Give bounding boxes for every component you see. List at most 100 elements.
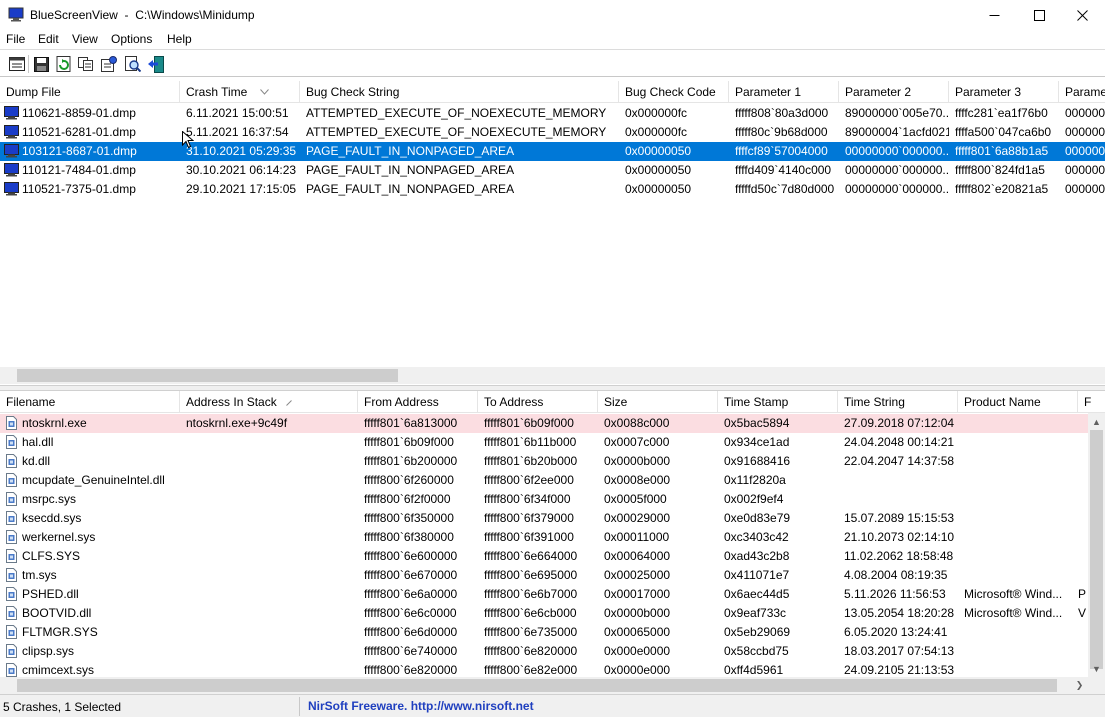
cell-file-description: [1078, 471, 1088, 490]
refresh-button[interactable]: [54, 55, 72, 73]
cell-bug-check-string: PAGE_FAULT_IN_NONPAGED_AREA: [306, 163, 515, 177]
driver-file-icon: [6, 530, 17, 544]
cell-to-address: fffff800`6f391000: [484, 530, 574, 544]
cell-filename: werkernel.sys: [22, 530, 96, 544]
cell-time-stamp: 0x58ccbd75: [724, 644, 789, 658]
crash-row[interactable]: 110621-8859-01.dmp 6.11.2021 15:00:51 ATTE…: [0, 104, 1105, 123]
col-bug-check-code[interactable]: Bug Check Code: [619, 81, 729, 103]
menu-file[interactable]: File: [6, 32, 25, 46]
driver-list-vscrollbar[interactable]: ▲ ▼: [1088, 413, 1105, 677]
col-to-address[interactable]: To Address: [478, 391, 598, 413]
col-from-address[interactable]: From Address: [358, 391, 478, 413]
cell-address-in-stack: [180, 623, 358, 642]
dump-file-icon: [4, 144, 19, 158]
menu-options[interactable]: Options: [111, 32, 152, 46]
copy-button[interactable]: [77, 55, 95, 73]
scroll-down-arrow-icon[interactable]: ▼: [1088, 660, 1105, 677]
driver-list-vscroll-thumb[interactable]: [1090, 430, 1103, 669]
find-icon: [125, 56, 141, 72]
crash-list-hscrollbar[interactable]: [0, 367, 1105, 384]
nirsoft-link[interactable]: NirSoft Freeware. http://www.nirsoft.net: [308, 699, 534, 713]
driver-row[interactable]: PSHED.dll fffff800`6e6a0000 fffff800`6e6b7…: [0, 585, 1088, 604]
close-button[interactable]: [1059, 0, 1105, 30]
driver-list-hscroll-thumb[interactable]: [17, 679, 1057, 692]
cell-product-name: Microsoft® Wind...: [964, 587, 1063, 601]
col-dump-file[interactable]: Dump File: [0, 81, 180, 103]
save-button[interactable]: [32, 55, 50, 73]
col-product-name[interactable]: Product Name: [958, 391, 1078, 413]
minimize-button[interactable]: [971, 0, 1017, 30]
driver-row[interactable]: mcupdate_GenuineIntel.dll fffff800`6f2600…: [0, 471, 1088, 490]
col-address-in-stack[interactable]: Address In Stack: [180, 391, 358, 413]
driver-row[interactable]: ksecdd.sys fffff800`6f350000 fffff800`6f37…: [0, 509, 1088, 528]
properties-button[interactable]: [8, 55, 26, 73]
menu-help[interactable]: Help: [167, 32, 192, 46]
cell-time-stamp: 0x002f9ef4: [724, 492, 784, 506]
cell-to-address: fffff800`6e6b7000: [484, 587, 578, 601]
col-time-string[interactable]: Time String: [838, 391, 958, 413]
col-crash-time[interactable]: Crash Time: [180, 81, 300, 103]
col-filename[interactable]: Filename: [0, 391, 180, 413]
col-parameter-3[interactable]: Parameter 3: [949, 81, 1059, 103]
cell-address-in-stack: [180, 604, 358, 623]
cell-time-string: 27.09.2018 07:12:04: [844, 416, 955, 430]
cell-time-stamp: 0xad43c2b8: [724, 549, 790, 563]
sort-ascending-icon: [286, 400, 292, 406]
menu-view[interactable]: View: [72, 32, 98, 46]
cell-to-address: fffff800`6f379000: [484, 511, 574, 525]
crash-list-hscroll-thumb[interactable]: [17, 369, 398, 382]
cell-product-name: [958, 547, 1078, 566]
driver-row[interactable]: FLTMGR.SYS fffff800`6e6d0000 fffff800`6e73…: [0, 623, 1088, 642]
cell-from-address: fffff800`6f2f0000: [364, 492, 451, 506]
driver-row[interactable]: CLFS.SYS fffff800`6e600000 fffff800`6e6640…: [0, 547, 1088, 566]
cell-crash-time: 6.11.2021 15:00:51: [186, 106, 289, 120]
cell-size: 0x00029000: [604, 511, 671, 525]
crash-list-header: Dump File Crash Time Bug Check String Bu…: [0, 81, 1105, 103]
cell-size: 0x000e0000: [604, 644, 671, 658]
driver-row[interactable]: clipsp.sys fffff800`6e740000 fffff800`6e82…: [0, 642, 1088, 661]
col-size[interactable]: Size: [598, 391, 718, 413]
cell-bug-check-code: 0x000000fc: [625, 125, 688, 139]
exit-button[interactable]: [147, 55, 165, 73]
col-parameter-2[interactable]: Parameter 2: [839, 81, 949, 103]
col-time-stamp[interactable]: Time Stamp: [718, 391, 838, 413]
close-icon: [1076, 9, 1088, 21]
cell-crash-time: 31.10.2021 05:29:35: [186, 144, 297, 158]
driver-row[interactable]: BOOTVID.dll fffff800`6e6c0000 fffff800`6e6…: [0, 604, 1088, 623]
cell-product-name: [958, 642, 1078, 661]
find-button[interactable]: [124, 55, 142, 73]
driver-list-hscrollbar[interactable]: ❯: [0, 677, 1105, 694]
window-app-name: BlueScreenView: [30, 8, 118, 22]
col-file-description[interactable]: F: [1078, 391, 1105, 413]
driver-row[interactable]: kd.dll fffff801`6b200000 fffff801`6b20b000…: [0, 452, 1088, 471]
crash-row[interactable]: 110521-7375-01.dmp 29.10.2021 17:15:05 PAG…: [0, 180, 1105, 199]
cell-size: 0x0005f000: [604, 492, 667, 506]
col-bug-check-string[interactable]: Bug Check String: [300, 81, 619, 103]
scroll-right-arrow-icon[interactable]: ❯: [1071, 677, 1088, 694]
driver-file-icon: [6, 587, 17, 601]
cell-time-string: [838, 490, 958, 509]
html-report-button[interactable]: [100, 55, 118, 73]
crash-row[interactable]: 110521-6281-01.dmp 5.11.2021 16:37:54 ATTE…: [0, 123, 1105, 142]
col-parameter-1[interactable]: Parameter 1: [729, 81, 839, 103]
driver-file-icon: [6, 549, 17, 563]
driver-row[interactable]: hal.dll fffff801`6b09f000 fffff801`6b11b00…: [0, 433, 1088, 452]
cell-file-description: [1078, 490, 1088, 509]
driver-row[interactable]: msrpc.sys fffff800`6f2f0000 fffff800`6f34f…: [0, 490, 1088, 509]
cell-bug-check-string: PAGE_FAULT_IN_NONPAGED_AREA: [306, 182, 515, 196]
driver-row[interactable]: tm.sys fffff800`6e670000 fffff800`6e695000…: [0, 566, 1088, 585]
scroll-up-arrow-icon[interactable]: ▲: [1088, 413, 1105, 430]
cell-parameter-1: fffff80c`9b68d000: [735, 125, 828, 139]
menu-edit[interactable]: Edit: [38, 32, 59, 46]
crash-row[interactable]: 110121-7484-01.dmp 30.10.2021 06:14:23 PAG…: [0, 161, 1105, 180]
cell-crash-time: 29.10.2021 17:15:05: [186, 182, 297, 196]
cell-dump-file: 110521-6281-01.dmp: [22, 125, 136, 139]
driver-row[interactable]: werkernel.sys fffff800`6f380000 fffff800`6…: [0, 528, 1088, 547]
cell-time-string: 21.10.2073 02:14:10: [844, 530, 955, 544]
col-parameter-4[interactable]: Paramete: [1059, 81, 1105, 103]
status-divider: [299, 697, 300, 716]
window-path: C:\Windows\Minidump: [135, 8, 255, 22]
maximize-button[interactable]: [1016, 0, 1062, 30]
crash-row[interactable]: 103121-8687-01.dmp 31.10.2021 05:29:35 PAG…: [0, 142, 1105, 161]
driver-row[interactable]: ntoskrnl.exe ntoskrnl.exe+9c49f fffff801`6…: [0, 414, 1088, 433]
